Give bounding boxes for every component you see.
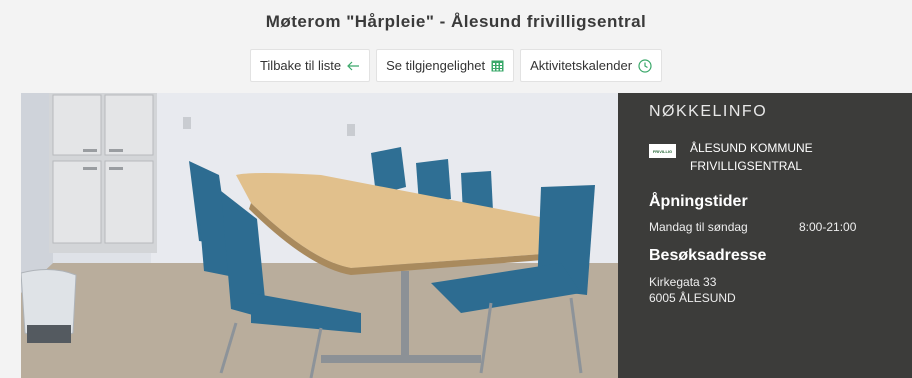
visit-address: Kirkegata 33 6005 ÅLESUND: [649, 274, 912, 306]
back-to-list-label: Tilbake til liste: [259, 58, 342, 73]
key-info-heading: NØKKELINFO: [649, 103, 768, 120]
key-info-panel: NØKKELINFO FRIVILLIG ÅLESUND KOMMUNE FRI…: [618, 93, 912, 378]
page-title: Møterom "Hårpleie" - Ålesund frivilligse…: [265, 12, 647, 31]
meeting-room-photo: [21, 93, 618, 378]
organization: FRIVILLIG ÅLESUND KOMMUNE FRIVILLIGSENTR…: [649, 139, 912, 175]
calendar-grid-icon: [491, 59, 504, 72]
opening-time: 8:00-21:00: [799, 220, 857, 234]
clock-icon: [638, 58, 652, 73]
address-street: Kirkegata 33: [649, 275, 717, 289]
organization-line-2: FRIVILLIGSENTRAL: [690, 159, 803, 173]
visit-address-heading: Besøksadresse: [649, 247, 767, 264]
opening-days: Mandag til søndag: [649, 220, 748, 234]
address-city: 6005 ÅLESUND: [649, 291, 736, 305]
organization-line-1: ÅLESUND KOMMUNE: [690, 141, 813, 155]
organization-name: ÅLESUND KOMMUNE FRIVILLIGSENTRAL: [690, 139, 813, 175]
arrow-left-icon: [347, 61, 360, 71]
activity-calendar-label: Aktivitetskalender: [530, 58, 633, 73]
see-availability-button[interactable]: Se tilgjengelighet: [376, 49, 515, 82]
action-buttons: Tilbake til liste Se tilgjengelighet Akt…: [0, 49, 912, 82]
see-availability-label: Se tilgjengelighet: [386, 58, 486, 73]
activity-calendar-button[interactable]: Aktivitetskalender: [520, 49, 663, 82]
opening-hours-row: Mandag til søndag 8:00-21:00: [649, 220, 912, 234]
opening-hours-heading: Åpningstider: [649, 193, 748, 210]
back-to-list-button[interactable]: Tilbake til liste: [249, 49, 371, 82]
frivilligsentral-logo: FRIVILLIG: [649, 144, 676, 158]
